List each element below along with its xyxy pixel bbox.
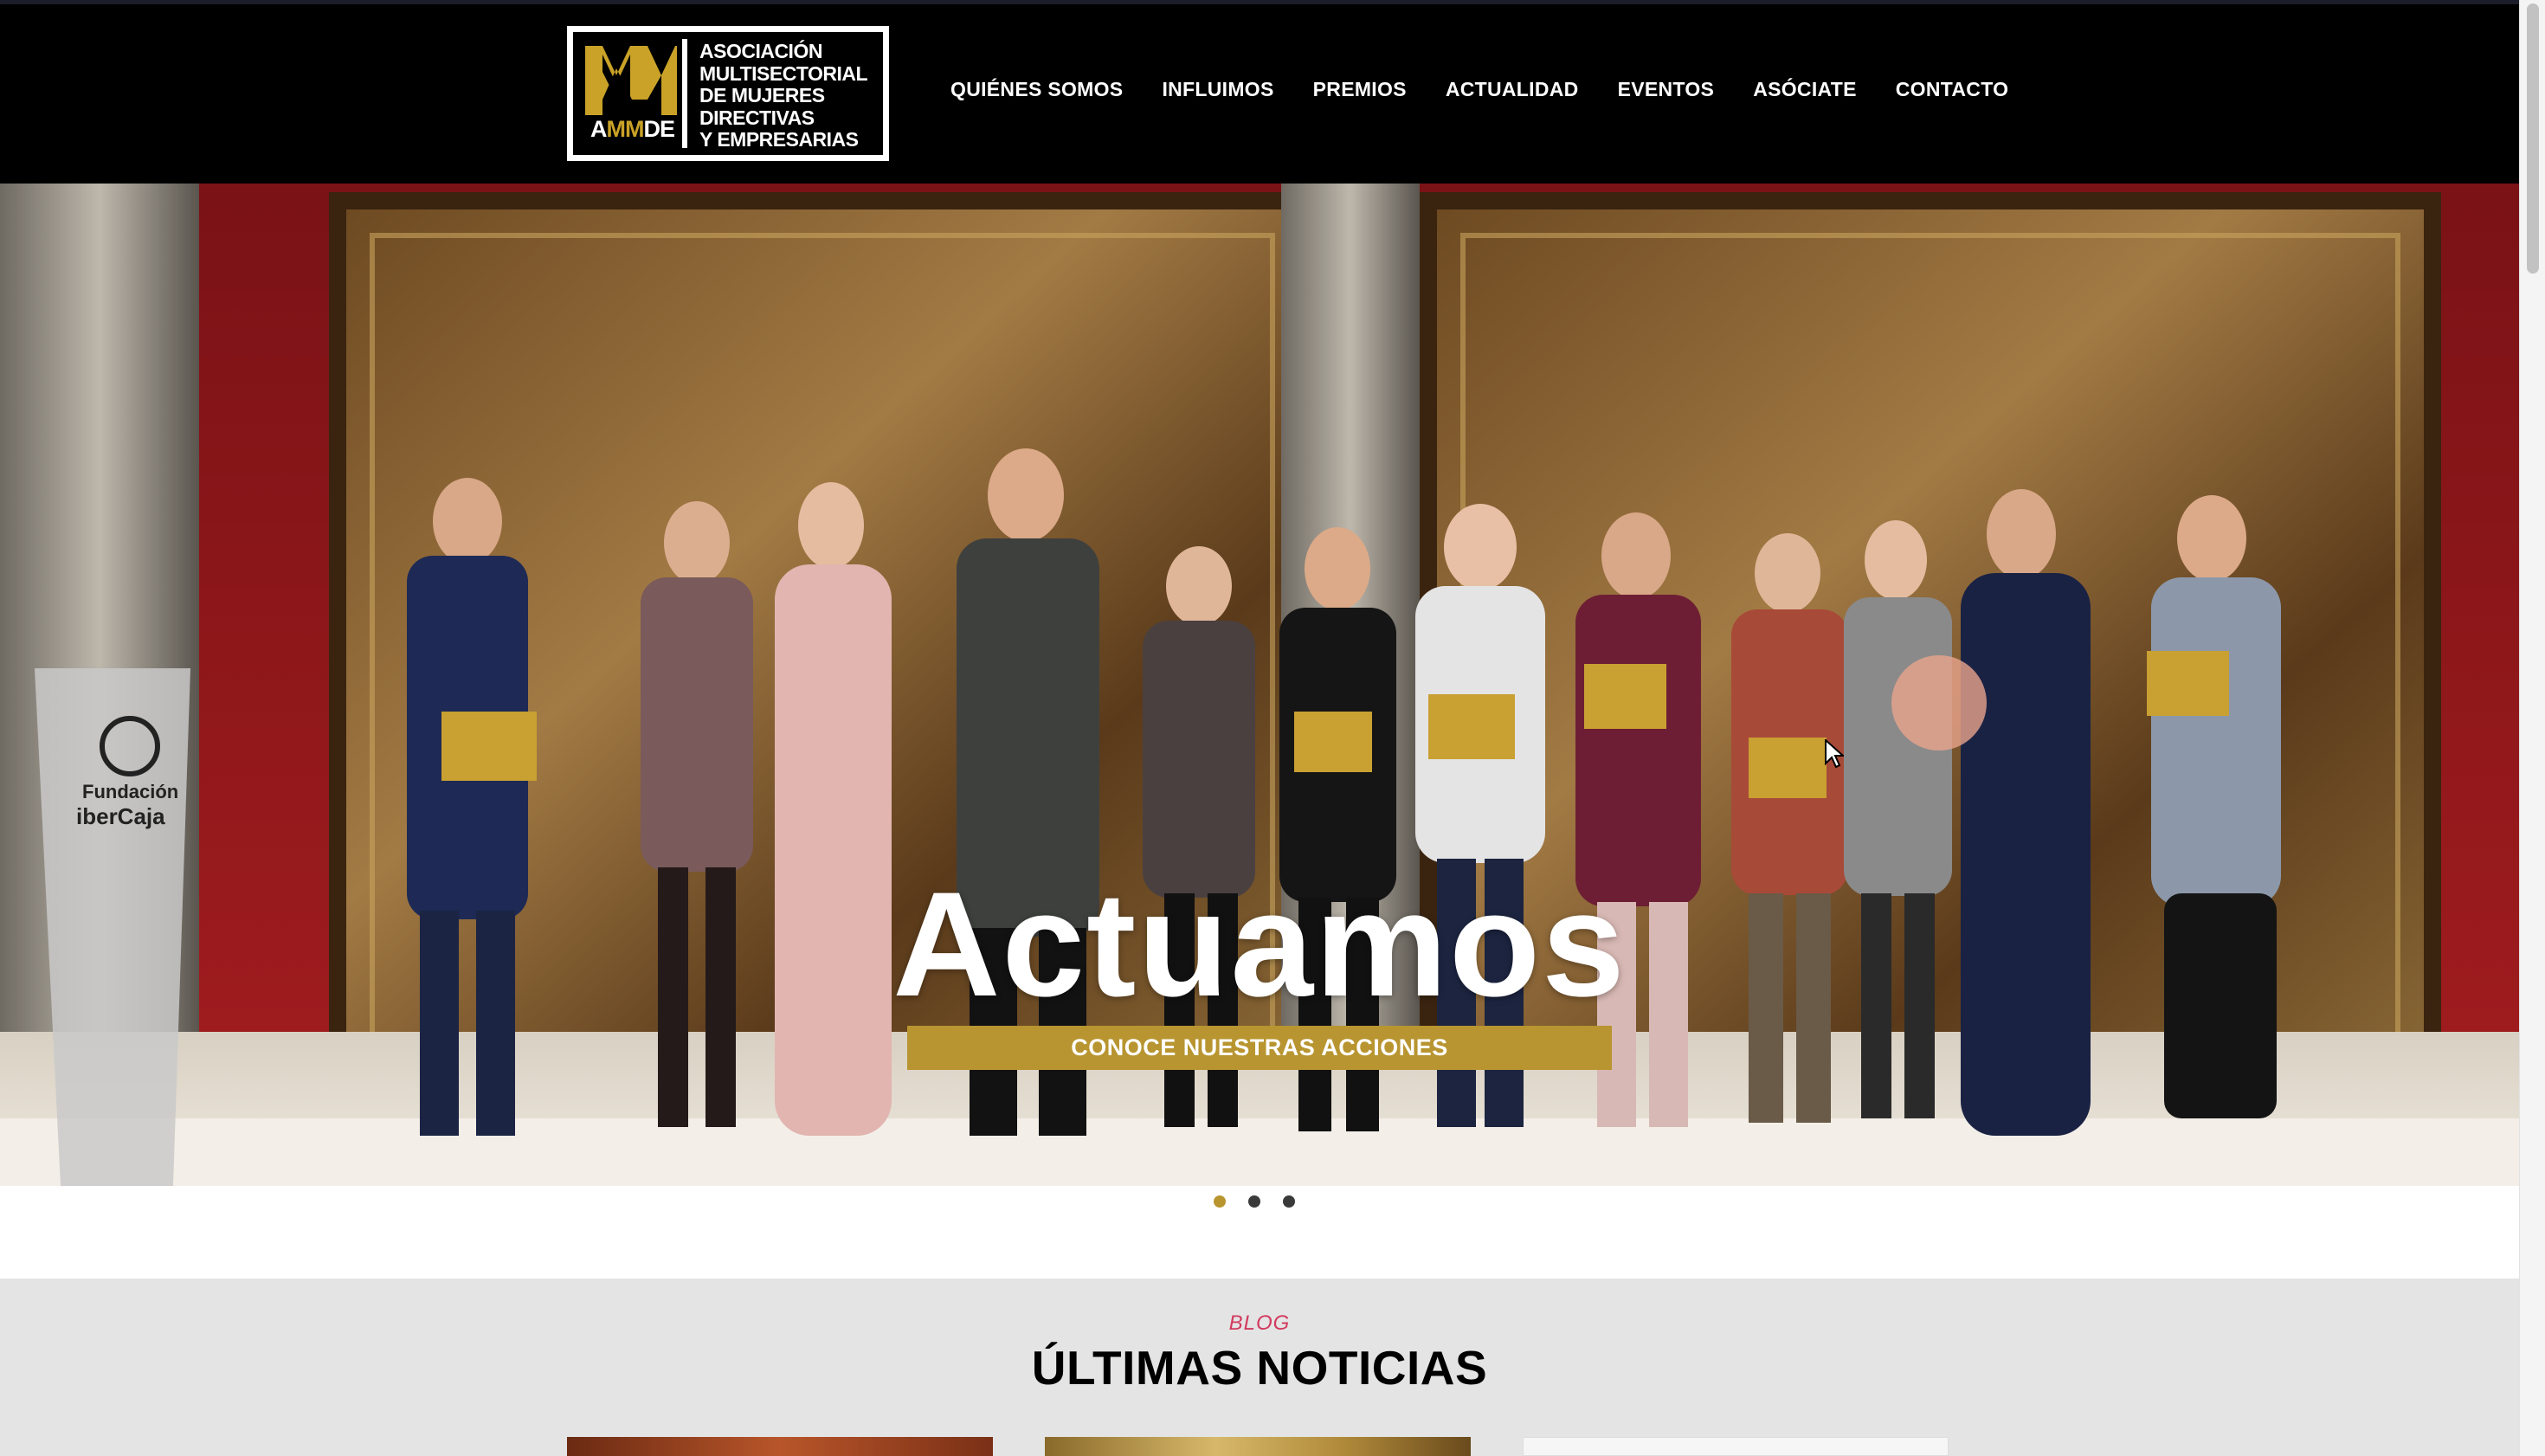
logo-mm-icon <box>585 46 677 115</box>
scrollbar-thumb[interactable] <box>2527 3 2539 274</box>
page: AMMDE ASOCIACIÓN MULTISECTORIAL DE MUJER… <box>0 0 2519 1456</box>
page-scrollbar[interactable] <box>2519 0 2545 1456</box>
news-card-image[interactable] <box>1045 1437 1471 1456</box>
news-card-image[interactable] <box>567 1437 993 1456</box>
mouse-cursor-icon <box>1825 739 1844 769</box>
logo-line: DE MUJERES <box>699 84 825 106</box>
logo-inner: AMMDE ASOCIACIÓN MULTISECTORIAL DE MUJER… <box>573 32 883 155</box>
blog-section: BLOG ÚLTIMAS NOTICIAS <box>0 1279 2519 1456</box>
nav-item-premios[interactable]: PREMIOS <box>1313 78 1407 107</box>
logo-abbr: AMMDE <box>590 116 675 142</box>
nav-item-eventos[interactable]: EVENTOS <box>1618 78 1715 107</box>
nav-item-quienes-somos[interactable]: QUIÉNES SOMOS <box>950 78 1123 107</box>
blog-title: ÚLTIMAS NOTICIAS <box>1031 1341 1488 1395</box>
slider-dot-2[interactable] <box>1248 1195 1260 1208</box>
slider-dots <box>1214 1195 1295 1208</box>
blog-kicker: BLOG <box>1228 1311 1291 1335</box>
logo-line: Y EMPRESARIAS <box>699 128 859 151</box>
logo-line: MULTISECTORIAL <box>699 61 868 85</box>
news-card-image[interactable] <box>1523 1437 1949 1456</box>
hero-cta-button[interactable]: CONOCE NUESTRAS ACCIONES <box>907 1026 1612 1070</box>
main-nav: QUIÉNES SOMOS INFLUIMOS PREMIOS ACTUALID… <box>950 78 2047 107</box>
hero-title: Actuamos <box>892 861 1627 1028</box>
nav-item-contacto[interactable]: CONTACTO <box>1896 78 2009 107</box>
logo-line: DIRECTIVAS <box>699 106 815 129</box>
logo-line: ASOCIACIÓN <box>699 40 822 62</box>
hero-slider[interactable]: Fundación iberCaja Actuamos CONOCE NUEST… <box>0 184 2519 1186</box>
site-header: AMMDE ASOCIACIÓN MULTISECTORIAL DE MUJER… <box>0 0 2519 184</box>
nav-item-influimos[interactable]: INFLUIMOS <box>1162 78 1273 107</box>
lectern-text-1: Fundación <box>82 781 178 802</box>
slider-dot-1[interactable] <box>1214 1195 1226 1208</box>
slider-dot-3[interactable] <box>1283 1195 1295 1208</box>
logo-text: ASOCIACIÓN MULTISECTORIAL DE MUJERES DIR… <box>699 40 877 151</box>
logo-mark: AMMDE <box>580 39 687 148</box>
header-top-line <box>0 0 2519 4</box>
nav-item-actualidad[interactable]: ACTUALIDAD <box>1446 78 1579 107</box>
ammde-logo[interactable]: AMMDE ASOCIACIÓN MULTISECTORIAL DE MUJER… <box>567 26 889 161</box>
lectern-text-2: iberCaja <box>76 803 165 829</box>
nav-item-asociate[interactable]: ASÓCIATE <box>1753 78 1857 107</box>
